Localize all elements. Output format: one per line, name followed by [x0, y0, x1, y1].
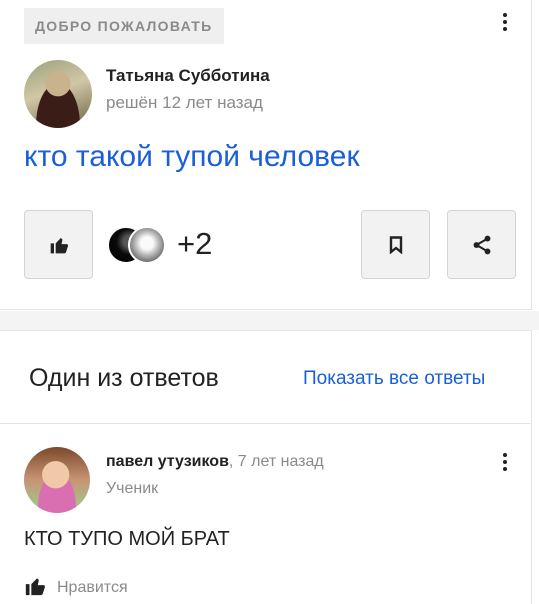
answer-author-avatar[interactable]: [24, 447, 90, 513]
show-all-answers-link[interactable]: Показать все ответы: [303, 368, 485, 390]
answer-author-rank: Ученик: [106, 480, 159, 497]
more-vertical-icon: [503, 453, 507, 457]
thumbs-up-icon: [50, 237, 68, 253]
question-card: ДОБРО ПОЖАЛОВАТЬ Татьяна Субботина решён…: [0, 0, 532, 310]
liker-avatar[interactable]: [128, 226, 166, 264]
answer-author-name[interactable]: павел утузиков: [106, 453, 229, 470]
answer-like-button[interactable]: Нравится: [57, 579, 128, 597]
welcome-badge: ДОБРО ПОЖАЛОВАТЬ: [24, 8, 224, 44]
answer-menu-button[interactable]: [496, 450, 514, 474]
bookmark-button[interactable]: [361, 210, 430, 279]
answers-card: Один из ответов Показать все ответы паве…: [0, 330, 532, 604]
share-icon: [473, 235, 490, 254]
share-button[interactable]: [447, 210, 516, 279]
answer-time: , 7 лет назад: [228, 453, 324, 470]
likes-extra-count[interactable]: +2: [177, 226, 212, 262]
bookmark-icon: [389, 235, 402, 254]
question-menu-button[interactable]: [496, 10, 514, 34]
divider: [0, 423, 532, 424]
answers-header: Один из ответов: [29, 364, 219, 392]
thumbs-up-icon[interactable]: [24, 575, 46, 597]
question-title: кто такой тупой человек: [24, 140, 360, 173]
answer-text: КТО ТУПО МОЙ БРАТ: [24, 528, 230, 550]
section-gap: [0, 311, 539, 330]
question-status: решён 12 лет назад: [106, 93, 263, 112]
more-vertical-icon: [503, 13, 507, 17]
answer-author-line: павел утузиков, 7 лет назад: [106, 453, 324, 471]
like-button[interactable]: [24, 210, 93, 279]
author-avatar[interactable]: [24, 60, 92, 128]
author-name[interactable]: Татьяна Субботина: [106, 66, 270, 86]
